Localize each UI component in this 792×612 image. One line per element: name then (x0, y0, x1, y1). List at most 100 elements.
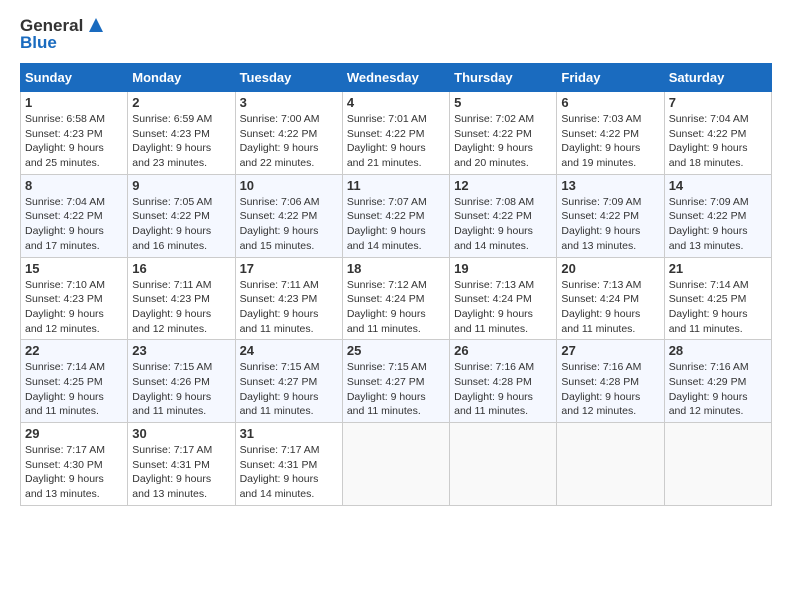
calendar-cell: 19 Sunrise: 7:13 AMSunset: 4:24 PMDayligh… (450, 257, 557, 340)
calendar-cell: 18 Sunrise: 7:12 AMSunset: 4:24 PMDayligh… (342, 257, 449, 340)
day-info: Sunrise: 7:15 AMSunset: 4:27 PMDaylight:… (347, 360, 445, 419)
calendar-cell: 7 Sunrise: 7:04 AMSunset: 4:22 PMDaylight… (664, 92, 771, 175)
calendar-cell: 10 Sunrise: 7:06 AMSunset: 4:22 PMDayligh… (235, 174, 342, 257)
day-info: Sunrise: 7:15 AMSunset: 4:27 PMDaylight:… (240, 360, 338, 419)
day-number: 19 (454, 261, 552, 276)
calendar-cell: 14 Sunrise: 7:09 AMSunset: 4:22 PMDayligh… (664, 174, 771, 257)
calendar-cell: 9 Sunrise: 7:05 AMSunset: 4:22 PMDaylight… (128, 174, 235, 257)
day-number: 2 (132, 95, 230, 110)
calendar-week-row: 8 Sunrise: 7:04 AMSunset: 4:22 PMDaylight… (21, 174, 772, 257)
day-info: Sunrise: 7:16 AMSunset: 4:28 PMDaylight:… (454, 360, 552, 419)
calendar-cell (450, 423, 557, 506)
day-number: 25 (347, 343, 445, 358)
calendar-cell: 29Sunrise: 7:17 AMSunset: 4:30 PMDayligh… (21, 423, 128, 506)
calendar-cell: 20 Sunrise: 7:13 AMSunset: 4:24 PMDayligh… (557, 257, 664, 340)
day-info: Sunrise: 7:12 AMSunset: 4:24 PMDaylight:… (347, 278, 445, 337)
day-number: 5 (454, 95, 552, 110)
calendar-table: SundayMondayTuesdayWednesdayThursdayFrid… (20, 63, 772, 506)
day-info: Sunrise: 7:17 AMSunset: 4:31 PMDaylight:… (240, 443, 338, 502)
calendar-cell: 22 Sunrise: 7:14 AMSunset: 4:25 PMDayligh… (21, 340, 128, 423)
day-number: 29 (25, 426, 123, 441)
day-number: 4 (347, 95, 445, 110)
day-info: Sunrise: 7:16 AMSunset: 4:29 PMDaylight:… (669, 360, 767, 419)
calendar-cell: 6 Sunrise: 7:03 AMSunset: 4:22 PMDaylight… (557, 92, 664, 175)
day-info: Sunrise: 7:16 AMSunset: 4:28 PMDaylight:… (561, 360, 659, 419)
calendar-cell: 3 Sunrise: 7:00 AMSunset: 4:22 PMDaylight… (235, 92, 342, 175)
day-number: 27 (561, 343, 659, 358)
weekday-header-thursday: Thursday (450, 64, 557, 92)
calendar-cell: 24 Sunrise: 7:15 AMSunset: 4:27 PMDayligh… (235, 340, 342, 423)
day-number: 14 (669, 178, 767, 193)
day-info: Sunrise: 7:08 AMSunset: 4:22 PMDaylight:… (454, 195, 552, 254)
calendar-cell (557, 423, 664, 506)
day-number: 31 (240, 426, 338, 441)
calendar-week-row: 22 Sunrise: 7:14 AMSunset: 4:25 PMDayligh… (21, 340, 772, 423)
day-number: 11 (347, 178, 445, 193)
day-info: Sunrise: 6:59 AMSunset: 4:23 PMDaylight:… (132, 112, 230, 171)
calendar-cell: 8 Sunrise: 7:04 AMSunset: 4:22 PMDaylight… (21, 174, 128, 257)
calendar-cell: 11 Sunrise: 7:07 AMSunset: 4:22 PMDayligh… (342, 174, 449, 257)
calendar-cell: 26Sunrise: 7:16 AMSunset: 4:28 PMDayligh… (450, 340, 557, 423)
day-number: 20 (561, 261, 659, 276)
day-number: 8 (25, 178, 123, 193)
day-number: 15 (25, 261, 123, 276)
page-header: General Blue (20, 16, 772, 53)
day-info: Sunrise: 6:58 AMSunset: 4:23 PMDaylight:… (25, 112, 123, 171)
day-number: 30 (132, 426, 230, 441)
day-number: 24 (240, 343, 338, 358)
calendar-cell: 21Sunrise: 7:14 AMSunset: 4:25 PMDayligh… (664, 257, 771, 340)
day-number: 6 (561, 95, 659, 110)
day-info: Sunrise: 7:09 AMSunset: 4:22 PMDaylight:… (669, 195, 767, 254)
calendar-cell: 12 Sunrise: 7:08 AMSunset: 4:22 PMDayligh… (450, 174, 557, 257)
calendar-cell: 4Sunrise: 7:01 AMSunset: 4:22 PMDaylight… (342, 92, 449, 175)
day-number: 13 (561, 178, 659, 193)
day-number: 9 (132, 178, 230, 193)
calendar-cell: 27 Sunrise: 7:16 AMSunset: 4:28 PMDayligh… (557, 340, 664, 423)
day-info: Sunrise: 7:04 AMSunset: 4:22 PMDaylight:… (669, 112, 767, 171)
day-number: 12 (454, 178, 552, 193)
day-number: 18 (347, 261, 445, 276)
weekday-header-saturday: Saturday (664, 64, 771, 92)
calendar-cell: 1 Sunrise: 6:58 AMSunset: 4:23 PMDaylight… (21, 92, 128, 175)
calendar-cell: 30Sunrise: 7:17 AMSunset: 4:31 PMDayligh… (128, 423, 235, 506)
calendar-week-row: 29Sunrise: 7:17 AMSunset: 4:30 PMDayligh… (21, 423, 772, 506)
weekday-header-friday: Friday (557, 64, 664, 92)
day-info: Sunrise: 7:10 AMSunset: 4:23 PMDaylight:… (25, 278, 123, 337)
day-info: Sunrise: 7:14 AMSunset: 4:25 PMDaylight:… (669, 278, 767, 337)
calendar-cell: 16 Sunrise: 7:11 AMSunset: 4:23 PMDayligh… (128, 257, 235, 340)
weekday-header-sunday: Sunday (21, 64, 128, 92)
day-number: 16 (132, 261, 230, 276)
day-info: Sunrise: 7:09 AMSunset: 4:22 PMDaylight:… (561, 195, 659, 254)
day-info: Sunrise: 7:00 AMSunset: 4:22 PMDaylight:… (240, 112, 338, 171)
day-info: Sunrise: 7:03 AMSunset: 4:22 PMDaylight:… (561, 112, 659, 171)
day-info: Sunrise: 7:06 AMSunset: 4:22 PMDaylight:… (240, 195, 338, 254)
day-info: Sunrise: 7:14 AMSunset: 4:25 PMDaylight:… (25, 360, 123, 419)
day-info: Sunrise: 7:11 AMSunset: 4:23 PMDaylight:… (132, 278, 230, 337)
day-info: Sunrise: 7:15 AMSunset: 4:26 PMDaylight:… (132, 360, 230, 419)
day-info: Sunrise: 7:07 AMSunset: 4:22 PMDaylight:… (347, 195, 445, 254)
calendar-cell: 13 Sunrise: 7:09 AMSunset: 4:22 PMDayligh… (557, 174, 664, 257)
calendar-cell: 5 Sunrise: 7:02 AMSunset: 4:22 PMDaylight… (450, 92, 557, 175)
calendar-cell: 23Sunrise: 7:15 AMSunset: 4:26 PMDayligh… (128, 340, 235, 423)
logo: General Blue (20, 16, 107, 53)
day-info: Sunrise: 7:11 AMSunset: 4:23 PMDaylight:… (240, 278, 338, 337)
day-number: 17 (240, 261, 338, 276)
day-number: 3 (240, 95, 338, 110)
calendar-cell: 28 Sunrise: 7:16 AMSunset: 4:29 PMDayligh… (664, 340, 771, 423)
day-number: 10 (240, 178, 338, 193)
day-number: 28 (669, 343, 767, 358)
weekday-header-monday: Monday (128, 64, 235, 92)
calendar-cell: 25 Sunrise: 7:15 AMSunset: 4:27 PMDayligh… (342, 340, 449, 423)
day-number: 22 (25, 343, 123, 358)
weekday-header-tuesday: Tuesday (235, 64, 342, 92)
calendar-cell (342, 423, 449, 506)
day-number: 1 (25, 95, 123, 110)
logo-icon (85, 14, 107, 36)
day-info: Sunrise: 7:05 AMSunset: 4:22 PMDaylight:… (132, 195, 230, 254)
day-number: 7 (669, 95, 767, 110)
day-info: Sunrise: 7:02 AMSunset: 4:22 PMDaylight:… (454, 112, 552, 171)
day-info: Sunrise: 7:13 AMSunset: 4:24 PMDaylight:… (561, 278, 659, 337)
weekday-header-wednesday: Wednesday (342, 64, 449, 92)
day-info: Sunrise: 7:04 AMSunset: 4:22 PMDaylight:… (25, 195, 123, 254)
day-info: Sunrise: 7:13 AMSunset: 4:24 PMDaylight:… (454, 278, 552, 337)
